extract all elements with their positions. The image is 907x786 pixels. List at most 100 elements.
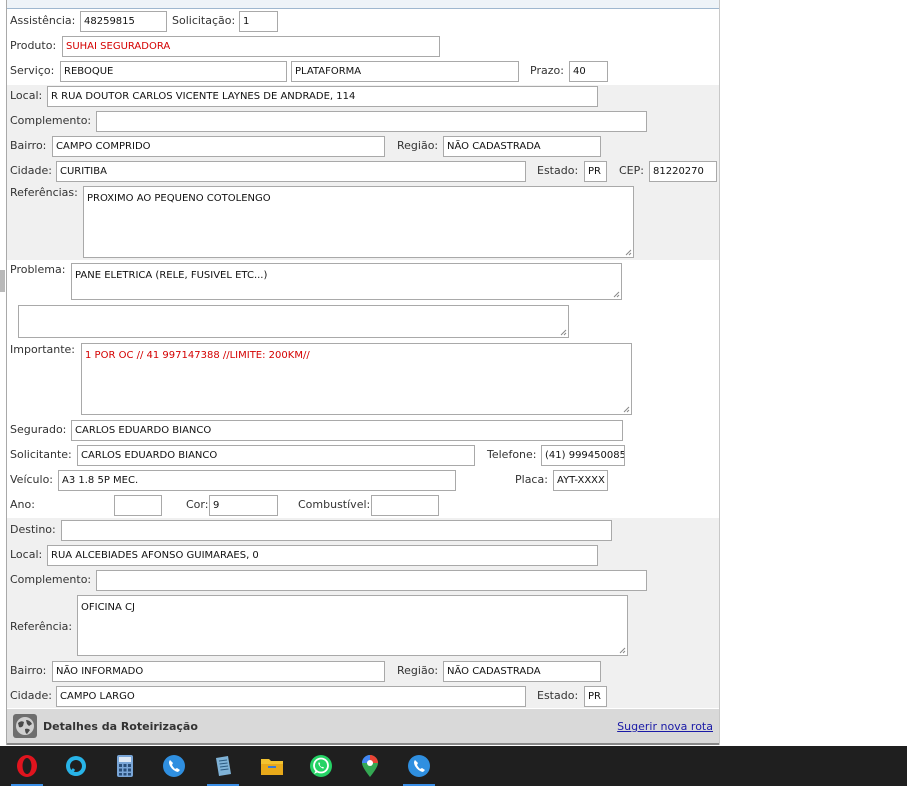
prazo-label: Prazo: — [530, 64, 564, 77]
assistencia-input[interactable]: 48259815 — [80, 11, 167, 32]
destino-complemento-input[interactable] — [96, 570, 647, 591]
phone-icon — [408, 755, 430, 777]
cor-label: Cor: — [186, 498, 209, 511]
resize-grip-icon[interactable] — [625, 249, 632, 256]
telefone-input[interactable]: (41) 999450085 — [541, 445, 625, 466]
complemento-input[interactable] — [96, 111, 647, 132]
resize-grip-icon[interactable] — [560, 329, 567, 336]
routing-details-header[interactable]: Detalhes da Roteirização Sugerir nova ro… — [7, 709, 719, 743]
taskbar-softphone-button[interactable] — [399, 752, 439, 786]
veiculo-label: Veículo: — [10, 473, 54, 486]
segurado-input[interactable]: CARLOS EDUARDO BIANCO — [71, 420, 623, 441]
panel-header-strip — [7, 0, 719, 9]
destino-input[interactable] — [61, 520, 612, 541]
solicitante-input[interactable]: CARLOS EDUARDO BIANCO — [77, 445, 475, 466]
taskbar-phone-button[interactable] — [154, 752, 194, 784]
calculator-icon — [117, 755, 133, 777]
placa-label: Placa: — [515, 473, 548, 486]
regiao-input[interactable]: NÃO CADASTRADA — [443, 136, 601, 157]
windows-taskbar — [0, 746, 907, 786]
destino-referencia-text: OFICINA CJ — [81, 602, 135, 613]
destino-regiao-label: Região: — [397, 664, 439, 677]
service-order-panel: Assistência: 48259815 Solicitação: 1 Pro… — [0, 0, 907, 745]
produto-input[interactable]: SUHAI SEGURADORA — [62, 36, 440, 57]
destino-local-label: Local: — [10, 548, 43, 561]
scrollbar-thumb[interactable] — [0, 270, 5, 292]
solicitacao-input[interactable]: 1 — [239, 11, 278, 32]
destino-bairro-input[interactable]: NÃO INFORMADO — [52, 661, 385, 682]
bairro-input[interactable]: CAMPO COMPRIDO — [52, 136, 385, 157]
destino-complemento-label: Complemento: — [10, 573, 92, 586]
taskbar-notepad-button[interactable] — [203, 752, 243, 786]
regiao-label: Região: — [397, 139, 439, 152]
taskbar-maps-button[interactable] — [350, 752, 390, 784]
ano-input[interactable] — [114, 495, 162, 516]
referencias-textarea[interactable]: PROXIMO AO PEQUENO COTOLENGO — [83, 186, 634, 258]
servico-input-1[interactable]: REBOQUE — [60, 61, 287, 82]
solicitante-label: Solicitante: — [10, 448, 72, 461]
resize-grip-icon[interactable] — [613, 291, 620, 298]
suggest-new-route-link[interactable]: Sugerir nova rota — [617, 720, 713, 733]
assistencia-label: Assistência: — [10, 14, 76, 27]
veiculo-input[interactable]: A3 1.8 5P MEC. — [58, 470, 456, 491]
panel-bottom-border — [7, 743, 719, 745]
combustivel-label: Combustível: — [298, 498, 371, 511]
destino-referencia-textarea[interactable]: OFICINA CJ — [77, 595, 628, 656]
destino-cidade-input[interactable]: CAMPO LARGO — [56, 686, 526, 707]
taskbar-file-explorer-button[interactable] — [252, 752, 292, 784]
whatsapp-icon — [310, 755, 332, 777]
problema-label: Problema: — [10, 263, 66, 276]
alexa-icon — [66, 756, 86, 776]
resize-grip-icon[interactable] — [619, 647, 626, 654]
bairro-label: Bairro: — [10, 139, 47, 152]
destino-label: Destino: — [10, 523, 56, 536]
cidade-input[interactable]: CURITIBA — [56, 161, 526, 182]
cor-input[interactable]: 9 — [209, 495, 278, 516]
destino-estado-input[interactable]: PR — [584, 686, 607, 707]
referencias-text: PROXIMO AO PEQUENO COTOLENGO — [87, 193, 271, 204]
destino-local-input[interactable]: RUA ALCEBIADES AFONSO GUIMARAES, 0 — [47, 545, 598, 566]
destino-regiao-input[interactable]: NÃO CADASTRADA — [443, 661, 601, 682]
cidade-label: Cidade: — [10, 164, 52, 177]
placa-input[interactable]: AYT-XXXX — [553, 470, 608, 491]
phone-icon — [163, 755, 185, 777]
importante-textarea[interactable]: 1 POR OC // 41 997147388 //LIMITE: 200KM… — [81, 343, 632, 415]
problema-extra-textarea[interactable] — [18, 305, 569, 338]
problema-textarea[interactable]: PANE ELETRICA (RELE, FUSIVEL ETC...) — [71, 263, 622, 300]
estado-label: Estado: — [537, 164, 579, 177]
taskbar-alexa-button[interactable] — [56, 752, 96, 784]
telefone-label: Telefone: — [487, 448, 537, 461]
routing-details-title: Detalhes da Roteirização — [43, 720, 198, 733]
cep-input[interactable]: 81220270 — [649, 161, 717, 182]
segurado-label: Segurado: — [10, 423, 67, 436]
destino-bairro-label: Bairro: — [10, 664, 47, 677]
referencias-label: Referências: — [10, 186, 78, 199]
complemento-label: Complemento: — [10, 114, 92, 127]
combustivel-input[interactable] — [371, 495, 439, 516]
folder-icon — [261, 759, 283, 775]
local-label: Local: — [10, 89, 43, 102]
maps-pin-icon — [362, 755, 378, 777]
ano-label: Ano: — [10, 498, 35, 511]
servico-input-2[interactable]: PLATAFORMA — [291, 61, 519, 82]
importante-label: Importante: — [10, 343, 76, 356]
globe-icon — [13, 714, 37, 738]
solicitacao-label: Solicitação: — [172, 14, 236, 27]
produto-label: Produto: — [10, 39, 57, 52]
prazo-input[interactable]: 40 — [569, 61, 608, 82]
cep-label: CEP: — [619, 164, 644, 177]
local-input[interactable]: R RUA DOUTOR CARLOS VICENTE LAYNES DE AN… — [47, 86, 598, 107]
resize-grip-icon[interactable] — [623, 406, 630, 413]
destino-referencia-label: Referência: — [10, 620, 73, 633]
opera-icon — [17, 755, 37, 777]
problema-text: PANE ELETRICA (RELE, FUSIVEL ETC...) — [75, 270, 268, 281]
panel-right-border — [719, 0, 720, 745]
estado-input[interactable]: PR — [584, 161, 607, 182]
taskbar-opera-button[interactable] — [7, 752, 47, 786]
destino-estado-label: Estado: — [537, 689, 579, 702]
taskbar-whatsapp-button[interactable] — [301, 752, 341, 784]
taskbar-calculator-button[interactable] — [105, 752, 145, 784]
servico-label: Serviço: — [10, 64, 55, 77]
importante-text: 1 POR OC // 41 997147388 //LIMITE: 200KM… — [85, 350, 310, 361]
notepad-icon — [216, 756, 231, 776]
